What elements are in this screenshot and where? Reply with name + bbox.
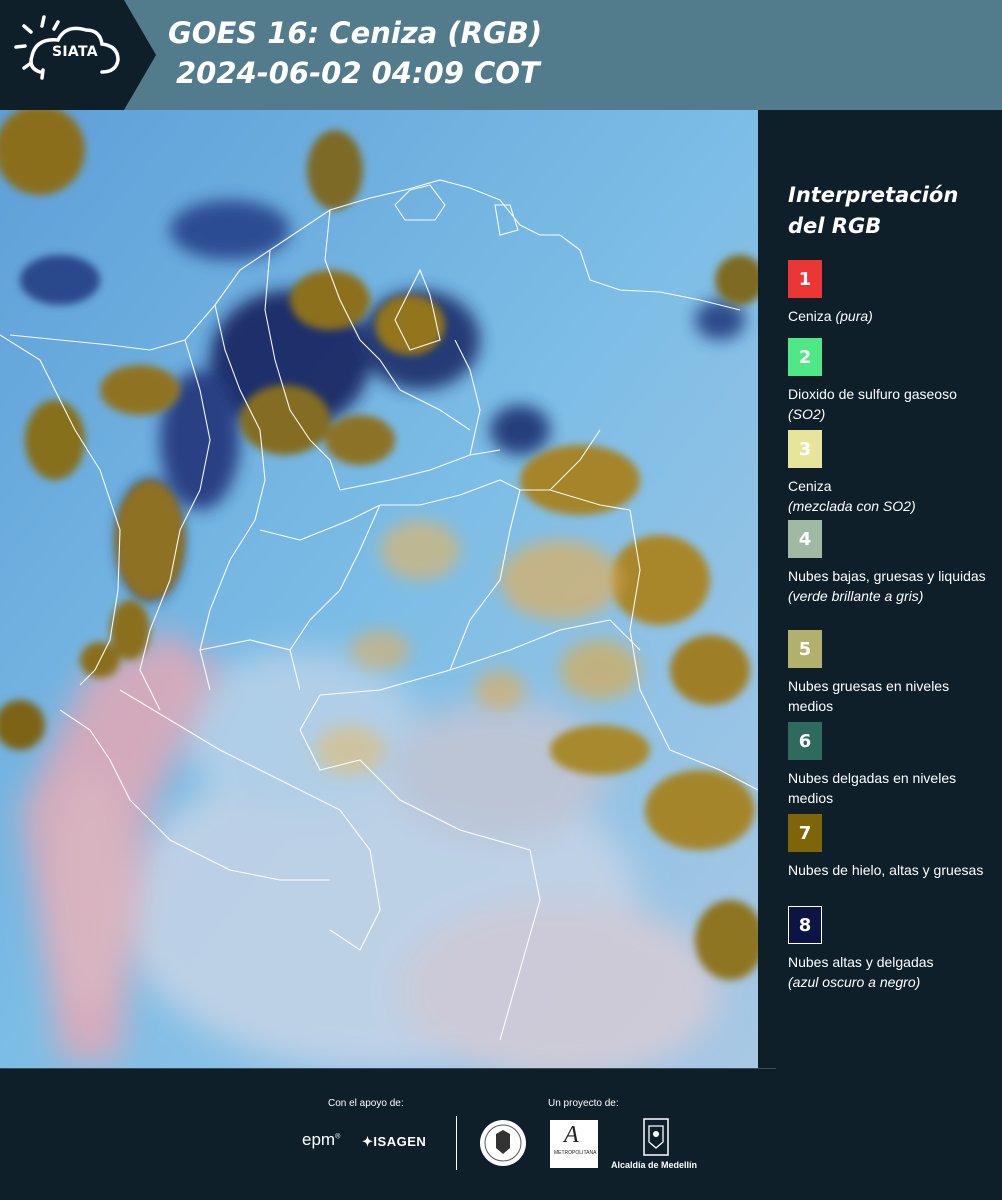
support-caption: Con el apoyo de: (328, 1098, 404, 1109)
alcaldia-shield-icon[interactable] (643, 1118, 669, 1156)
legend-swatch: 3 (788, 430, 822, 468)
epm-logo[interactable]: epm® (302, 1130, 340, 1150)
legend-item-1: 1 Ceniza (pura) (788, 260, 998, 326)
legend-swatch: 2 (788, 338, 822, 376)
university-seal-icon[interactable] (478, 1118, 528, 1168)
area-logo-text: METROPOLITANA (554, 1150, 597, 1156)
footer: Con el apoyo de: Un proyecto de: epm® ✦I… (0, 1068, 1002, 1200)
logo-text: SIATA (52, 44, 98, 60)
legend-swatch: 7 (788, 814, 822, 852)
legend-swatch: 1 (788, 260, 822, 298)
legend-item-8: 8 Nubes altas y delgadas (azul oscuro a n… (788, 906, 998, 992)
legend-label: Nubes delgadas en niveles medios (788, 770, 957, 806)
area-metropolitana-logo[interactable]: A METROPOLITANA (550, 1120, 598, 1168)
legend-label: Nubes altas y delgadas (azul oscuro a neg… (788, 954, 934, 990)
legend-item-7: 7 Nubes de hielo, altas y gruesas (788, 814, 998, 880)
legend-panel: Interpretación del RGB 1 Ceniza (pura) 2… (758, 110, 1002, 1068)
legend-item-6: 6 Nubes delgadas en niveles medios (788, 722, 998, 808)
satellite-imagery (0, 110, 758, 1068)
alcaldia-logo-text: Alcaldía de Medellín (611, 1160, 698, 1170)
area-logo-mark: A (564, 1122, 579, 1148)
legend-item-4: 4 Nubes bajas, gruesas y liquidas (verde … (788, 520, 998, 606)
legend-swatch: 8 (788, 906, 822, 944)
siata-logo[interactable]: SIATA (0, 0, 160, 110)
footer-divider (456, 1116, 457, 1170)
isagen-logo[interactable]: ✦ISAGEN (362, 1134, 426, 1150)
legend-item-5: 5 Nubes gruesas en niveles medios (788, 630, 998, 716)
legend-label: Dioxido de sulfuro gaseoso (SO2) (788, 386, 957, 422)
satellite-map[interactable] (0, 110, 758, 1068)
legend-label: Nubes gruesas en niveles medios (788, 678, 950, 714)
footer-divider-line (0, 1068, 776, 1069)
page-title: GOES 16: Ceniza (RGB) (168, 16, 543, 50)
legend-title: Interpretación del RGB (788, 183, 959, 238)
image-timestamp: 2024-06-02 04:09 COT (176, 56, 540, 90)
project-caption: Un proyecto de: (548, 1098, 619, 1109)
header-bar: SIATA GOES 16: Ceniza (RGB) 2024-06-02 0… (0, 0, 1002, 110)
legend-item-2: 2 Dioxido de sulfuro gaseoso (SO2) (788, 338, 998, 424)
legend-label: Nubes de hielo, altas y gruesas (788, 862, 984, 878)
legend-item-3: 3 Ceniza (mezclada con SO2) (788, 430, 998, 516)
legend-swatch: 6 (788, 722, 822, 760)
legend-swatch: 5 (788, 630, 822, 668)
legend-swatch: 4 (788, 520, 822, 558)
legend-label: Nubes bajas, gruesas y liquidas (verde br… (788, 568, 986, 604)
legend-label: Ceniza (mezclada con SO2) (788, 478, 916, 514)
legend-label: Ceniza (pura) (788, 308, 873, 324)
